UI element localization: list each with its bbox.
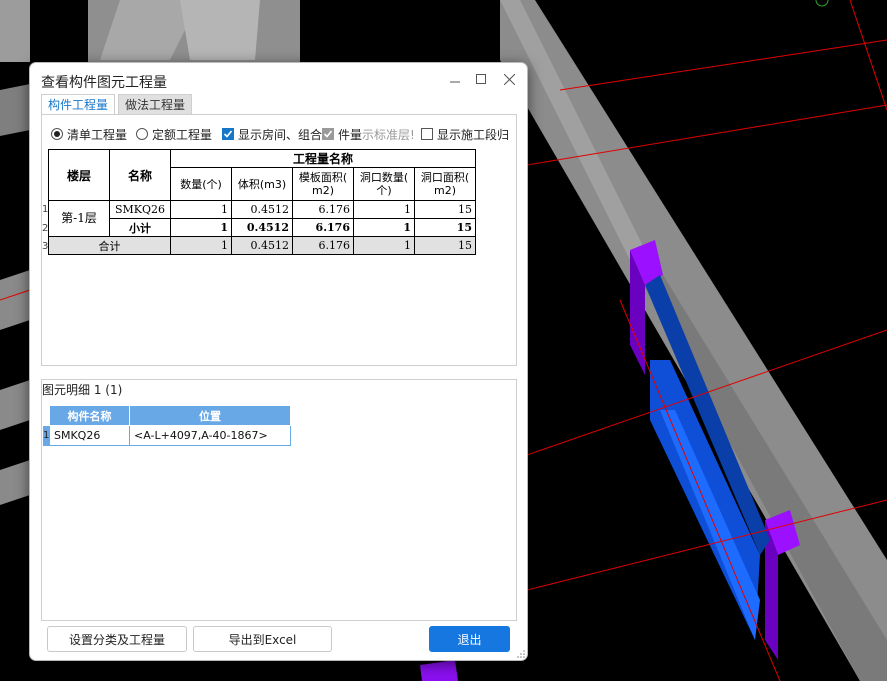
- export-excel-button[interactable]: 导出到Excel: [193, 626, 332, 652]
- table-row[interactable]: 第-1层 SMKQ26 1 0.4512 6.176 1 15: [48, 200, 476, 237]
- bill-qty-label: 清单工程量: [67, 127, 128, 142]
- formwork-cell: 6.176: [292, 236, 354, 255]
- bill-qty-radio[interactable]: 清单工程量: [51, 126, 127, 142]
- header-opening-count: 洞口数量( 个): [353, 167, 415, 201]
- exit-button[interactable]: 退出: [429, 626, 510, 652]
- volume-cell: 0.4512: [231, 218, 293, 237]
- minimize-button[interactable]: [444, 68, 466, 90]
- show-rooms-label: 显示房间、组合: [238, 127, 323, 142]
- radio-empty-icon: [136, 128, 148, 140]
- header-component-name[interactable]: 构件名称: [49, 405, 130, 426]
- close-icon: [503, 73, 515, 85]
- radio-selected-icon: [51, 128, 63, 140]
- checkbox-checked-icon: [222, 128, 234, 140]
- header-count: 数量(个): [170, 167, 232, 201]
- tab-component-quantity[interactable]: 构件工程量: [41, 94, 116, 115]
- formwork-cell: 6.176: [292, 200, 354, 219]
- show-rooms-checkbox[interactable]: 显示房间、组合: [222, 126, 322, 142]
- openings-cell: 1: [353, 200, 415, 219]
- quota-qty-label: 定额工程量: [152, 127, 213, 142]
- maximize-button[interactable]: [470, 68, 492, 90]
- openings-cell: 1: [353, 218, 415, 237]
- count-cell: 1: [170, 200, 232, 219]
- header-floor: 楼层: [48, 149, 110, 201]
- opening-area-cell: 15: [414, 200, 476, 219]
- quota-qty-radio[interactable]: 定额工程量: [136, 126, 212, 142]
- resize-grip-icon[interactable]: [517, 650, 525, 658]
- opening-area-cell: 15: [414, 218, 476, 237]
- floor-cell: 第-1层: [48, 200, 110, 237]
- show-stage-label: 显示施工段归: [437, 127, 510, 142]
- show-stage-checkbox[interactable]: 显示施工段归: [421, 126, 509, 142]
- checkbox-disabled-icon: [322, 128, 334, 140]
- openings-cell: 1: [353, 236, 415, 255]
- table-row-subtotal[interactable]: 小计 1 0.4512 6.176 1 15: [49, 218, 476, 237]
- name-cell: SMKQ26: [109, 200, 171, 219]
- overlap-checkbox[interactable]: 件量 示标准层!: [322, 126, 415, 142]
- detail-title: 图元明细 1 (1): [42, 383, 123, 397]
- header-opening-area: 洞口面积( m2): [414, 167, 476, 201]
- overlap-label: 件量: [338, 127, 363, 142]
- header-position[interactable]: 位置: [129, 405, 291, 426]
- show-std-floor-label: 示标准层!: [362, 127, 415, 142]
- volume-cell: 0.4512: [231, 236, 293, 255]
- header-formwork-area: 模板面积( m2): [292, 167, 354, 201]
- total-label-cell: 合计: [48, 236, 171, 255]
- header-volume: 体积(m3): [231, 167, 293, 201]
- table-row-total[interactable]: 合计 1 0.4512 6.176 1 15: [48, 236, 476, 255]
- checkbox-unchecked-icon: [421, 128, 433, 140]
- header-quantity-group: 工程量名称: [170, 149, 476, 168]
- component-cell: SMKQ26: [49, 425, 130, 446]
- count-cell: 1: [170, 236, 232, 255]
- tab-method-quantity[interactable]: 做法工程量: [118, 94, 193, 116]
- formwork-cell: 6.176: [292, 218, 354, 237]
- view-quantity-dialog: 查看构件图元工程量 构件工程量 做法工程量 清单工程量 定额工程量 显示房间、组…: [29, 62, 528, 661]
- set-classification-button[interactable]: 设置分类及工程量: [47, 626, 187, 652]
- minimize-icon: [450, 81, 460, 83]
- close-button[interactable]: [498, 68, 520, 90]
- detail-table: 构件名称 位置 SMKQ26 <A-L+4097,A-40-1867>: [49, 405, 291, 446]
- count-cell: 1: [170, 218, 232, 237]
- name-cell: 小计: [109, 218, 171, 237]
- header-name: 名称: [109, 149, 171, 201]
- maximize-icon: [476, 74, 486, 84]
- table-row[interactable]: SMKQ26 <A-L+4097,A-40-1867>: [49, 425, 291, 446]
- dialog-title: 查看构件图元工程量: [41, 75, 167, 91]
- opening-area-cell: 15: [414, 236, 476, 255]
- quantity-table: 楼层 名称 工程量名称 数量(个) 体积(m3) 模板面积( m2) 洞口数量(…: [48, 149, 476, 255]
- volume-cell: 0.4512: [231, 200, 293, 219]
- position-cell: <A-L+4097,A-40-1867>: [129, 425, 291, 446]
